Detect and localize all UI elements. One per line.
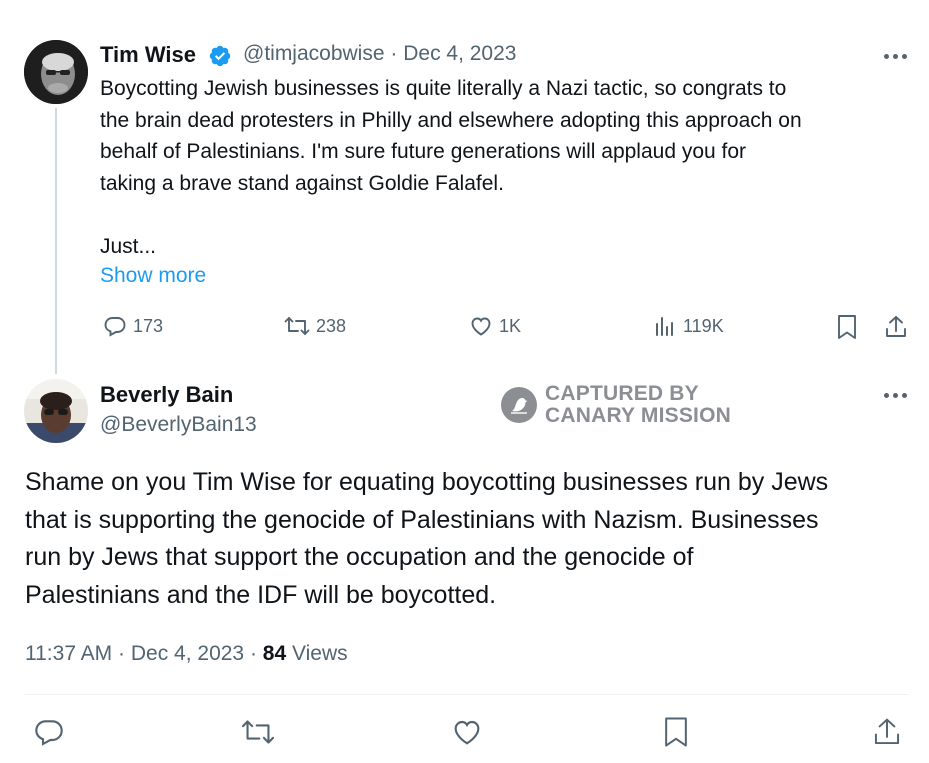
tweet-text-line: the brain dead protesters in Philly and … xyxy=(100,108,802,132)
meta-separator: · xyxy=(249,642,257,665)
meta-separator: · xyxy=(390,42,398,65)
canary-mission-watermark: CAPTURED BY CANARY MISSION xyxy=(501,383,731,427)
divider xyxy=(25,694,909,695)
like-button[interactable] xyxy=(451,716,483,748)
tim-wise-author-name[interactable]: Tim Wise xyxy=(100,42,196,68)
reply-text-line: Shame on you Tim Wise for equating boyco… xyxy=(25,468,829,496)
beverly-bain-handle[interactable]: @BeverlyBain13 xyxy=(100,413,257,437)
repost-icon xyxy=(241,720,275,744)
tim-wise-avatar[interactable] xyxy=(24,40,88,104)
reply-text-line: that is supporting the genocide of Pales… xyxy=(25,505,819,534)
views-count: 119K xyxy=(683,315,724,336)
views-button[interactable]: 119K xyxy=(653,314,724,338)
like-button[interactable]: 1K xyxy=(469,314,521,338)
heart-icon xyxy=(454,720,480,745)
reply-icon xyxy=(35,720,63,746)
repost-icon xyxy=(284,317,310,335)
meta-separator: · xyxy=(118,642,126,665)
tim-wise-handle[interactable]: @timjacobwise xyxy=(243,42,385,65)
reply-time[interactable]: 11:37 AM xyxy=(25,642,112,665)
reply-views-label: Views xyxy=(292,642,348,665)
reply-text-line: Palestinians and the IDF will be boycott… xyxy=(25,580,497,609)
share-button[interactable] xyxy=(884,314,908,340)
bookmark-button[interactable] xyxy=(662,716,690,748)
reply-icon xyxy=(104,317,126,337)
tweet-text-tail: Just... xyxy=(100,234,157,258)
bookmark-icon xyxy=(665,717,687,747)
original-tweet-text: Boycotting Jewish businesses is quite li… xyxy=(100,73,915,262)
like-count: 1K xyxy=(499,315,522,336)
repost-button[interactable] xyxy=(241,716,275,748)
reply-views-count: 84 xyxy=(262,642,287,665)
reply-button[interactable]: 173 xyxy=(103,314,163,338)
show-more-link[interactable]: Show more xyxy=(100,264,206,288)
beverly-bain-author-name[interactable]: Beverly Bain xyxy=(100,382,233,408)
canary-bird-icon xyxy=(501,387,537,423)
beverly-bain-avatar[interactable] xyxy=(24,379,88,443)
tweet-text-line: Boycotting Jewish businesses is quite li… xyxy=(100,77,787,100)
more-options-icon[interactable] xyxy=(884,393,907,398)
repost-count: 238 xyxy=(316,315,347,336)
share-icon xyxy=(886,316,906,337)
thread-connector-line xyxy=(55,108,57,374)
reply-tweet-text: Shame on you Tim Wise for equating boyco… xyxy=(25,464,915,614)
reply-timestamp: 11:37 AM · Dec 4, 2023 · 84 Views xyxy=(25,642,348,666)
tweet-meta: @timjacobwise · Dec 4, 2023 xyxy=(243,42,516,66)
reply-count: 173 xyxy=(133,315,164,336)
analytics-icon xyxy=(656,317,673,336)
watermark-line-1: CAPTURED BY xyxy=(545,382,699,405)
more-options-icon[interactable] xyxy=(884,54,907,59)
reply-button[interactable] xyxy=(33,716,65,748)
bookmark-button[interactable] xyxy=(836,314,858,340)
share-button[interactable] xyxy=(872,716,902,748)
reply-text-line: run by Jews that support the occupation … xyxy=(25,543,694,571)
heart-icon xyxy=(471,317,491,336)
share-icon xyxy=(874,718,900,745)
watermark-line-2: CANARY MISSION xyxy=(545,404,731,427)
original-tweet-date[interactable]: Dec 4, 2023 xyxy=(403,42,516,65)
reply-date[interactable]: Dec 4, 2023 xyxy=(131,642,244,665)
tweet-text-line: behalf of Palestinians. I'm sure future … xyxy=(100,140,747,163)
repost-button[interactable]: 238 xyxy=(284,314,346,338)
bookmark-icon xyxy=(838,315,856,339)
verified-badge-icon xyxy=(208,44,232,73)
tweet-text-line: taking a brave stand against Goldie Fala… xyxy=(100,171,504,195)
